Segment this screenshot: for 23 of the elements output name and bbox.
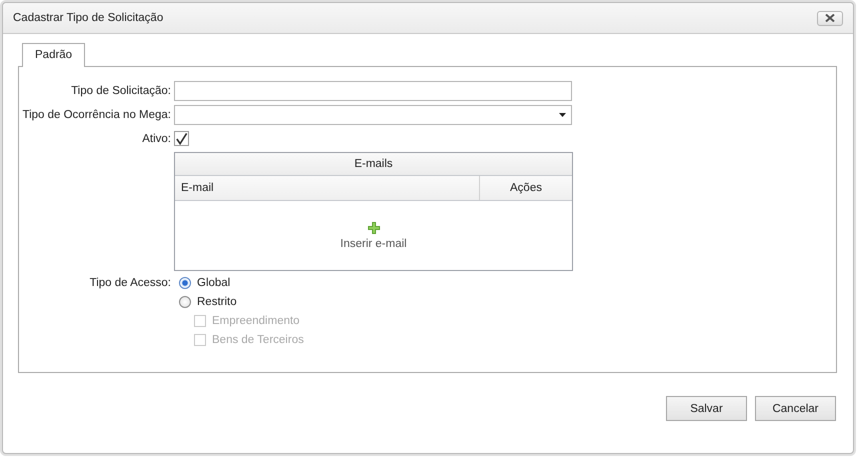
checkbox[interactable] [174, 131, 189, 146]
close-button[interactable] [817, 10, 843, 26]
radio-option[interactable]: Restrito [179, 296, 304, 308]
dialog-button[interactable]: Salvar [666, 396, 747, 421]
dialog-button[interactable]: Cancelar [755, 396, 836, 421]
column-header: Ações [509, 181, 543, 196]
field-label: Tipo de Acesso: [88, 277, 172, 289]
input-field[interactable] [174, 81, 572, 101]
field-label: Ativo: [141, 132, 172, 144]
caret-icon [559, 113, 566, 117]
column-header: E-mail [175, 176, 480, 200]
field-label: Tipo de Ocorrência no Mega: [21, 109, 172, 121]
plus-icon [368, 222, 380, 234]
tab[interactable]: Padrão [22, 43, 86, 67]
window-title: Cadastrar Tipo de Solicitação [13, 12, 164, 24]
grid-title: E-mails [175, 153, 572, 176]
dropdown-field[interactable] [174, 105, 572, 125]
radio-button[interactable] [179, 277, 191, 289]
close-icon [825, 14, 835, 22]
insert-email-link[interactable]: Inserir e-mail [340, 222, 407, 250]
radio-option[interactable]: Global [179, 277, 304, 289]
field-label: Tipo de Solicitação: [70, 85, 172, 97]
radio-button[interactable] [179, 296, 191, 308]
